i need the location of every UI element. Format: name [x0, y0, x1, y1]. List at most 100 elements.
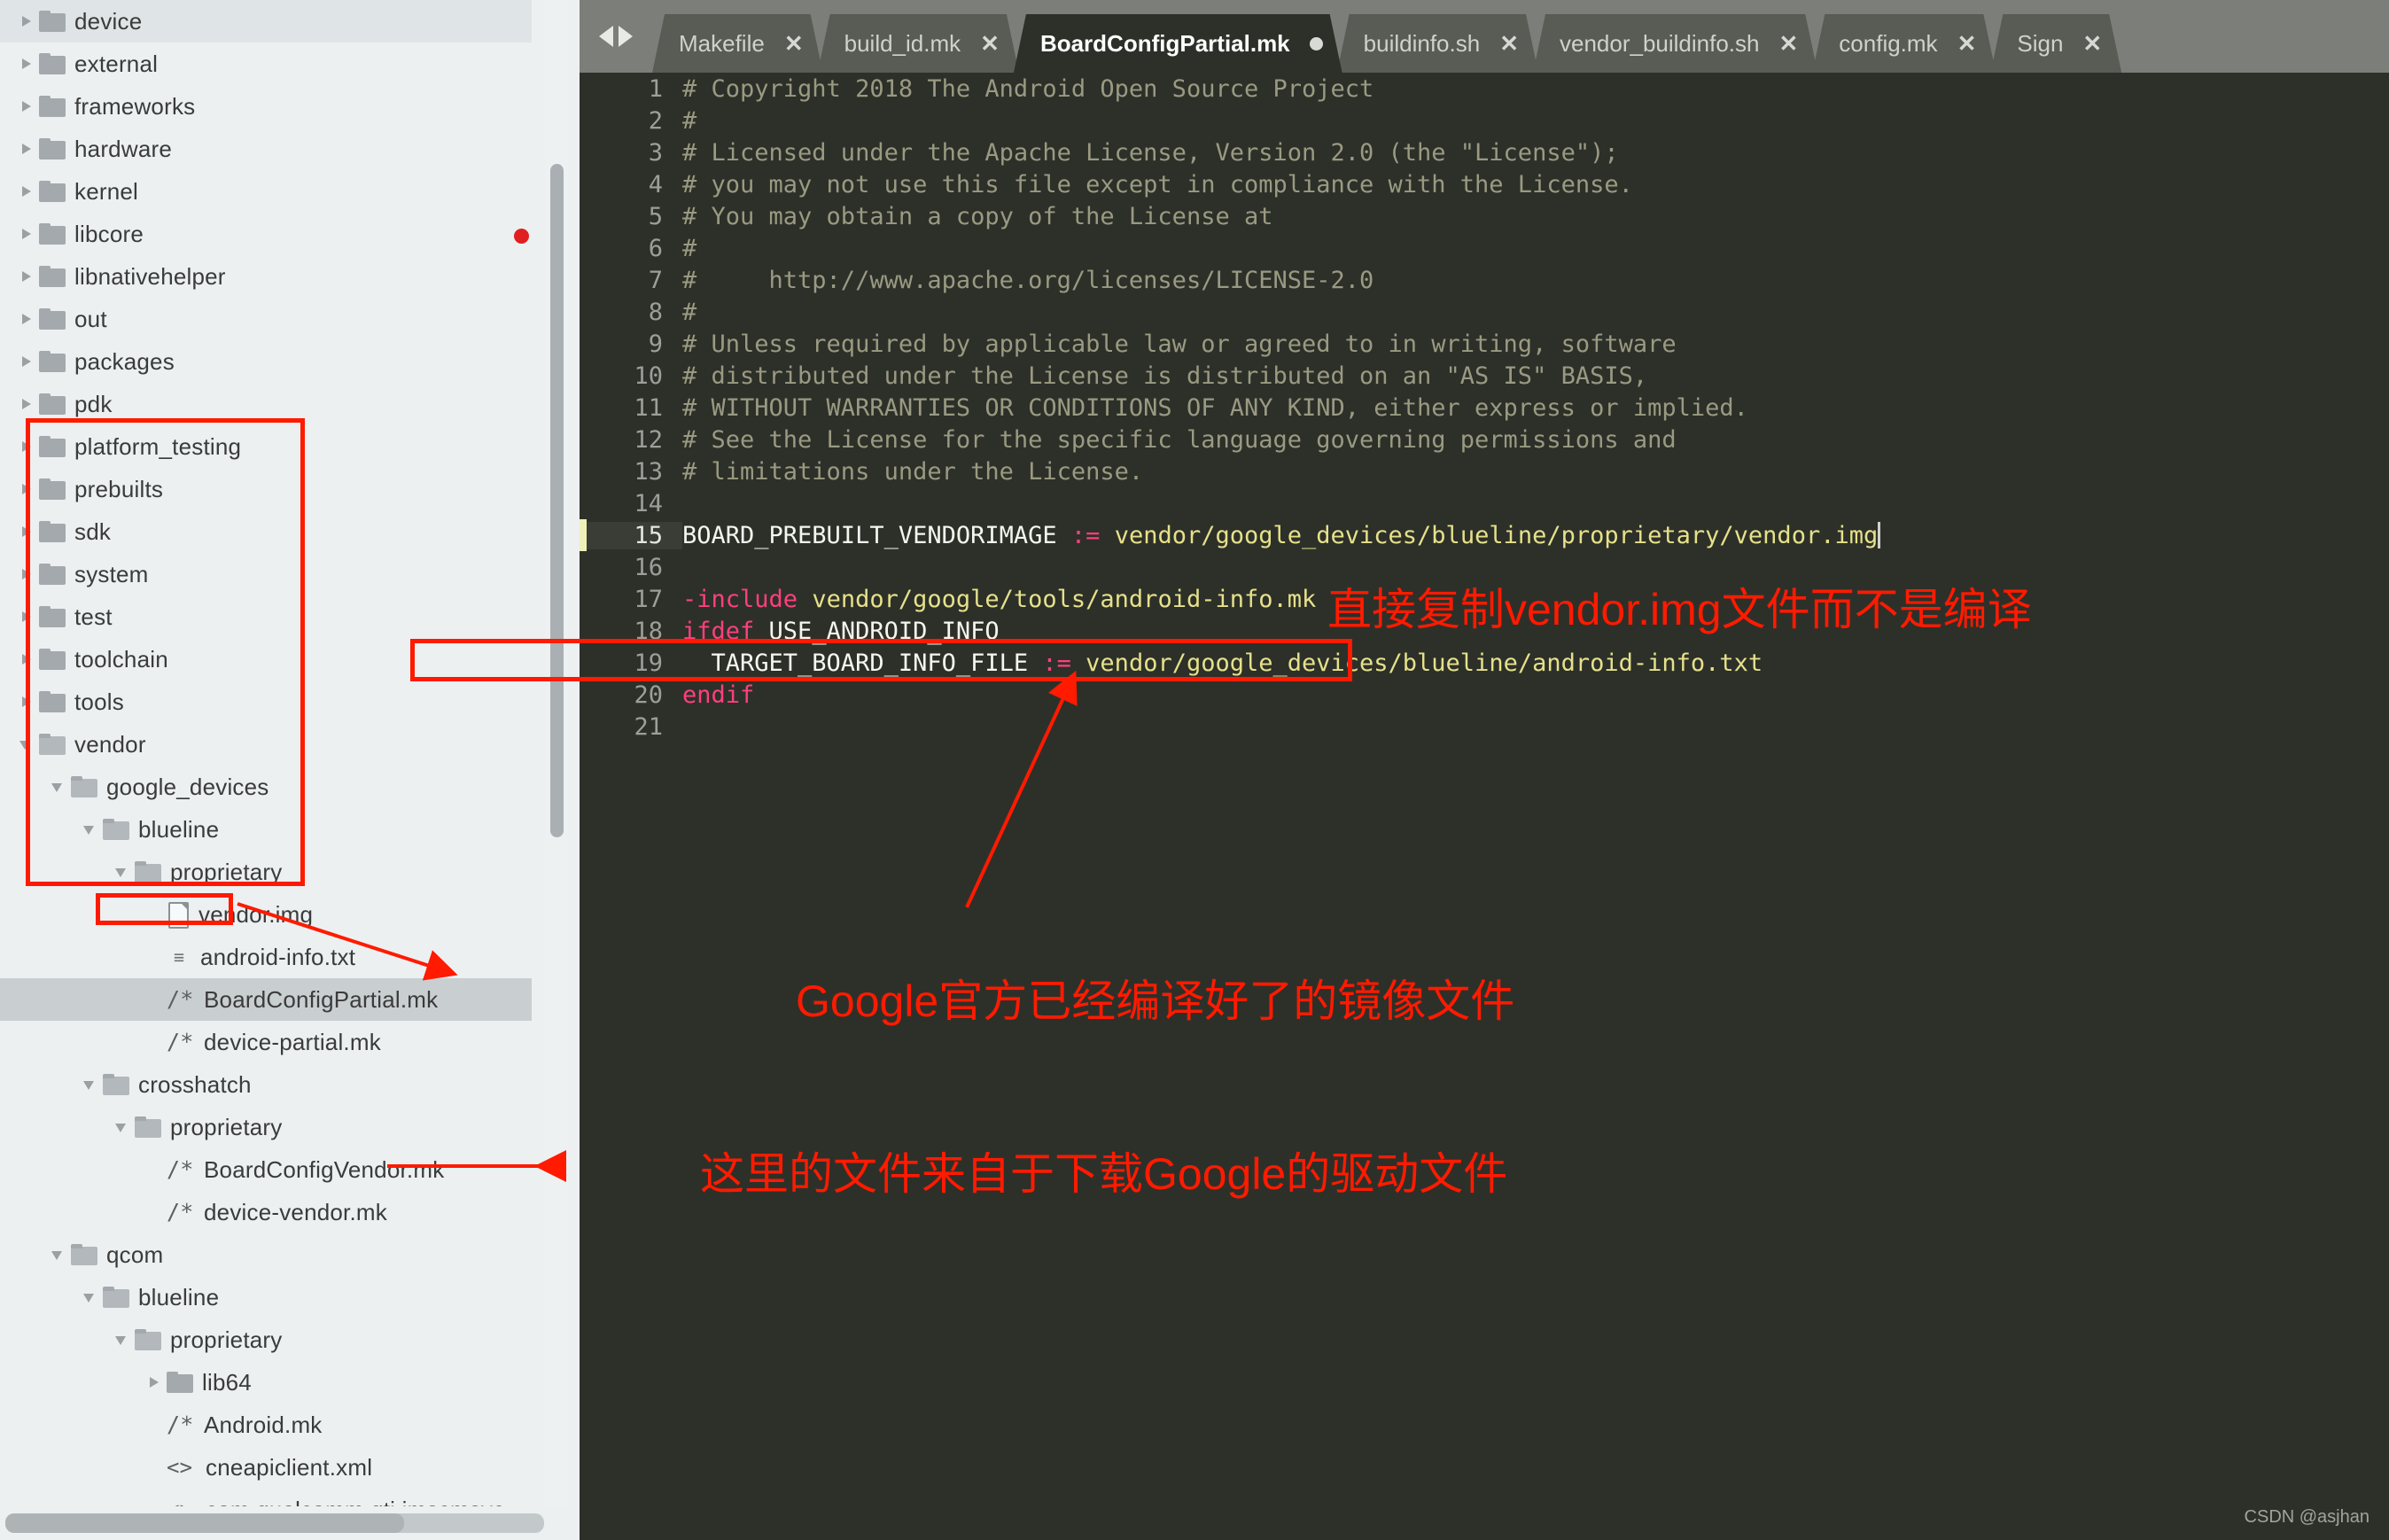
chevron-right-icon[interactable]	[16, 97, 35, 116]
code-line-5[interactable]: 5 # You may obtain a copy of the License …	[580, 200, 2389, 232]
code-line-7[interactable]: 7 # http://www.apache.org/licenses/LICENS…	[580, 264, 2389, 296]
code-line-20[interactable]: 20 endif	[580, 679, 2389, 711]
code-line-14[interactable]: 14	[580, 487, 2389, 519]
chevron-down-icon[interactable]	[112, 1117, 131, 1137]
tree-item-android-info-txt[interactable]: ≡ android-info.txt	[0, 936, 532, 978]
tree-item-boardconfigvendor-mk[interactable]: /* BoardConfigVendor.mk	[0, 1148, 532, 1191]
tree-item-system[interactable]: system	[0, 553, 532, 595]
code-line-10[interactable]: 10 # distributed under the License is dis…	[580, 360, 2389, 392]
tree-item-sdk[interactable]: sdk	[0, 510, 532, 553]
close-icon[interactable]: ✕	[1499, 30, 1519, 58]
editor-tab-buildinfo-sh[interactable]: buildinfo.sh ✕	[1337, 14, 1538, 73]
tree-item-device-partial-mk[interactable]: /* device-partial.mk	[0, 1021, 532, 1063]
tree-item-com-qualcomm-qti-imscmsvc[interactable]: <> com.qualcomm.qti.imscmsvc	[0, 1489, 532, 1507]
tree-item-kernel[interactable]: kernel	[0, 170, 532, 213]
tree-item-proprietary[interactable]: proprietary	[0, 851, 532, 893]
editor-tab-config-mk[interactable]: config.mk ✕	[1812, 14, 1996, 73]
chevron-right-icon[interactable]	[16, 564, 35, 584]
editor-tab-sign[interactable]: Sign ✕	[1990, 14, 2121, 73]
code-line-4[interactable]: 4 # you may not use this file except in c…	[580, 168, 2389, 200]
chevron-right-icon[interactable]	[16, 309, 35, 329]
tree-horizontal-scrollbar-thumb[interactable]	[5, 1513, 404, 1533]
tree-item-packages[interactable]: packages	[0, 340, 532, 383]
tree-item-proprietary[interactable]: proprietary	[0, 1318, 532, 1361]
chevron-down-icon[interactable]	[48, 1245, 67, 1264]
chevron-right-icon[interactable]	[16, 522, 35, 541]
close-icon[interactable]: ✕	[1957, 30, 1977, 58]
chevron-down-icon[interactable]	[112, 862, 131, 882]
chevron-right-icon[interactable]	[144, 1373, 163, 1392]
chevron-right-icon[interactable]	[16, 182, 35, 201]
code-line-8[interactable]: 8 #	[580, 296, 2389, 328]
chevron-down-icon[interactable]	[112, 1330, 131, 1349]
tree-item-out[interactable]: out	[0, 298, 532, 340]
tree-item-libcore[interactable]: libcore	[0, 213, 532, 255]
chevron-right-icon[interactable]	[16, 139, 35, 159]
tree-item-lib64[interactable]: lib64	[0, 1361, 532, 1404]
code-editor[interactable]: 1 # Copyright 2018 The Android Open Sourc…	[580, 73, 2389, 1540]
chevron-down-icon[interactable]	[80, 1287, 99, 1307]
tree-item-tools[interactable]: tools	[0, 681, 532, 723]
tree-item-qcom[interactable]: qcom	[0, 1233, 532, 1276]
code-line-9[interactable]: 9 # Unless required by applicable law or …	[580, 328, 2389, 360]
tree-item-blueline[interactable]: blueline	[0, 808, 532, 851]
chevron-right-icon[interactable]	[16, 54, 35, 74]
tree-item-hardware[interactable]: hardware	[0, 128, 532, 170]
tree-item-libnativehelper[interactable]: libnativehelper	[0, 255, 532, 298]
chevron-down-icon[interactable]	[80, 820, 99, 839]
project-tree-list[interactable]: device external frameworks hardware kernel li…	[0, 0, 532, 1506]
chevron-right-icon[interactable]	[16, 607, 35, 626]
tree-vertical-scrollbar-thumb[interactable]	[550, 164, 564, 837]
editor-tab-boardconfigpartial-mk[interactable]: BoardConfigPartial.mk	[1014, 14, 1342, 73]
nav-forward-arrow-icon[interactable]	[619, 26, 633, 47]
code-line-19[interactable]: 19 TARGET_BOARD_INFO_FILE := vendor/goog…	[580, 647, 2389, 679]
chevron-down-icon[interactable]	[80, 1075, 99, 1094]
tree-item-device[interactable]: device	[0, 0, 532, 43]
tree-item-vendor[interactable]: vendor	[0, 723, 532, 766]
chevron-right-icon[interactable]	[16, 224, 35, 244]
tree-item-test[interactable]: test	[0, 595, 532, 638]
code-line-3[interactable]: 3 # Licensed under the Apache License, Ve…	[580, 136, 2389, 168]
chevron-down-icon[interactable]	[16, 735, 35, 754]
tree-item-blueline[interactable]: blueline	[0, 1276, 532, 1318]
code-line-21[interactable]: 21	[580, 711, 2389, 743]
tree-item-cneapiclient-xml[interactable]: <> cneapiclient.xml	[0, 1446, 532, 1489]
code-line-15[interactable]: 15 BOARD_PREBUILT_VENDORIMAGE := vendor/g…	[580, 519, 2389, 551]
tree-item-vendor-img[interactable]: vendor.img	[0, 893, 532, 936]
code-line-12[interactable]: 12 # See the License for the specific lan…	[580, 424, 2389, 455]
chevron-right-icon[interactable]	[16, 437, 35, 456]
tree-item-crosshatch[interactable]: crosshatch	[0, 1063, 532, 1106]
editor-tab-vendor-buildinfo-sh[interactable]: vendor_buildinfo.sh ✕	[1533, 14, 1817, 73]
close-icon[interactable]: ✕	[784, 30, 804, 58]
tab-navigation-arrows[interactable]	[580, 0, 652, 73]
tree-item-frameworks[interactable]: frameworks	[0, 85, 532, 128]
chevron-right-icon[interactable]	[16, 12, 35, 31]
close-icon[interactable]: ✕	[1779, 30, 1799, 58]
tree-item-toolchain[interactable]: toolchain	[0, 638, 532, 681]
close-icon[interactable]: ✕	[2082, 30, 2102, 58]
code-line-13[interactable]: 13 # limitations under the License.	[580, 455, 2389, 487]
code-line-2[interactable]: 2 #	[580, 105, 2389, 136]
tree-vertical-scrollbar-track[interactable]	[545, 0, 568, 1506]
code-line-6[interactable]: 6 #	[580, 232, 2389, 264]
tree-item-pdk[interactable]: pdk	[0, 383, 532, 425]
tree-item-boardconfigpartial-mk[interactable]: /* BoardConfigPartial.mk	[0, 978, 532, 1021]
tree-item-proprietary[interactable]: proprietary	[0, 1106, 532, 1148]
nav-back-arrow-icon[interactable]	[599, 26, 613, 47]
chevron-right-icon[interactable]	[16, 394, 35, 414]
chevron-right-icon[interactable]	[16, 352, 35, 371]
editor-tab-build-id-mk[interactable]: build_id.mk ✕	[818, 14, 1019, 73]
close-icon[interactable]: ✕	[980, 30, 1000, 58]
tree-item-device-vendor-mk[interactable]: /* device-vendor.mk	[0, 1191, 532, 1233]
code-line-11[interactable]: 11 # WITHOUT WARRANTIES OR CONDITIONS OF …	[580, 392, 2389, 424]
tree-item-external[interactable]: external	[0, 43, 532, 85]
tree-item-prebuilts[interactable]: prebuilts	[0, 468, 532, 510]
tree-item-platform-testing[interactable]: platform_testing	[0, 425, 532, 468]
tree-item-android-mk[interactable]: /* Android.mk	[0, 1404, 532, 1446]
tree-item-google-devices[interactable]: google_devices	[0, 766, 532, 808]
chevron-right-icon[interactable]	[16, 692, 35, 712]
code-line-1[interactable]: 1 # Copyright 2018 The Android Open Sourc…	[580, 73, 2389, 105]
editor-tab-makefile[interactable]: Makefile ✕	[652, 14, 823, 73]
chevron-right-icon[interactable]	[16, 267, 35, 286]
chevron-right-icon[interactable]	[16, 649, 35, 669]
